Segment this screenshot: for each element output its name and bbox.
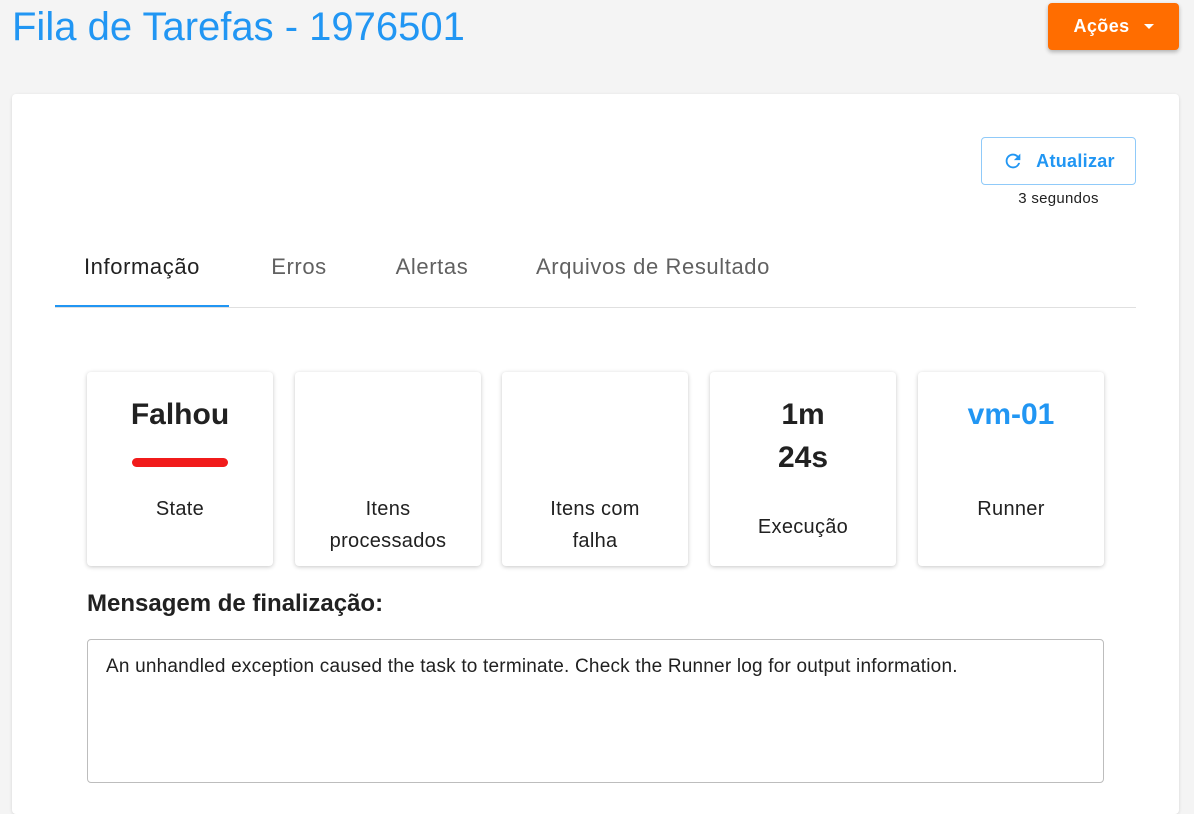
actions-dropdown-button[interactable]: Ações xyxy=(1048,3,1179,50)
state-label: State xyxy=(155,498,205,520)
tab-alertas[interactable]: Alertas xyxy=(375,226,489,307)
refresh-icon xyxy=(1005,153,1021,169)
execution-label: Execução xyxy=(757,516,849,538)
failed-items-label-line1: Itens com xyxy=(550,498,640,520)
completion-message-box: An unhandled exception caused the task t… xyxy=(87,639,1104,783)
processed-items-label-line1: Itens xyxy=(365,498,411,520)
active-tab-indicator xyxy=(55,305,229,307)
page-title: Fila de Tarefas - 1976501 xyxy=(12,5,465,49)
stat-card-execution: 1m 24s Execução xyxy=(710,372,896,566)
caret-down-icon xyxy=(1143,24,1154,29)
tab-bar: Informação Erros Alertas Arquivos de Res… xyxy=(55,226,1136,308)
tab-informacao[interactable]: Informação xyxy=(55,226,229,307)
stat-card-failed-items: Itens com falha xyxy=(502,372,688,566)
tab-erros[interactable]: Erros xyxy=(245,226,353,307)
execution-value-line1: 1m xyxy=(781,398,825,431)
state-failed-indicator xyxy=(132,458,228,467)
refresh-button-label: Atualizar xyxy=(1036,150,1115,171)
stat-card-state: Falhou State xyxy=(87,372,273,566)
failed-items-label-line2: falha xyxy=(572,530,618,552)
runner-label: Runner xyxy=(977,498,1045,520)
state-value: Falhou xyxy=(130,398,230,431)
stat-card-runner: vm-01 Runner xyxy=(918,372,1104,566)
execution-value-line2: 24s xyxy=(777,441,829,474)
runner-link[interactable]: vm-01 xyxy=(918,393,1104,436)
task-detail-card: Atualizar 3 segundos Informação Erros Al… xyxy=(12,94,1179,814)
stat-card-processed-items: Itens processados xyxy=(295,372,481,566)
processed-items-label-line2: processados xyxy=(329,530,447,552)
completion-message-heading: Mensagem de finalização: xyxy=(87,590,384,617)
actions-button-label: Ações xyxy=(1073,16,1130,36)
tab-arquivos-de-resultado[interactable]: Arquivos de Resultado xyxy=(513,226,793,307)
refresh-button[interactable]: Atualizar xyxy=(981,137,1136,185)
refresh-elapsed-text: 3 segundos xyxy=(1018,190,1099,207)
